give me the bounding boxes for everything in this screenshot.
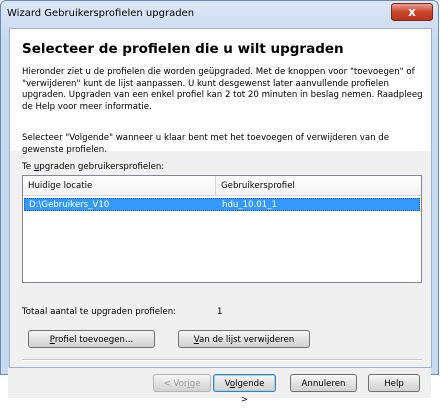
previous-button[interactable]: < Vorige (153, 374, 211, 392)
column-header-profile[interactable]: Gebruikersprofiel (216, 176, 421, 196)
profiles-list-label: Te upgraden gebruikersprofielen: (22, 162, 165, 172)
total-profiles-count: 1 (217, 307, 223, 317)
wizard-navigation: < Vorige Volgende > Annuleren Help (8, 368, 431, 405)
close-icon: x (408, 5, 416, 19)
wizard-client-area: Selecteer de profielen die u wilt upgrad… (9, 28, 432, 368)
column-header-location[interactable]: Huidige locatie (23, 176, 216, 196)
close-button[interactable]: x (391, 3, 433, 21)
total-profiles-label: Totaal aantal te upgraden profielen: (22, 307, 177, 317)
cell-location: D:\Gebruikers_V10 (29, 200, 110, 210)
wizard-window: Wizard Gebruikersprofielen upgraden x Se… (0, 0, 439, 375)
page-heading: Selecteer de profielen die u wilt upgrad… (22, 41, 344, 57)
description-text: Hieronder ziet u de profielen die worden… (22, 67, 423, 112)
table-row[interactable]: D:\Gebruikers_V10 hdu_10.01_1 (24, 198, 420, 211)
instruction-text: Selecteer "Volgende" wanneer u klaar ben… (22, 133, 390, 155)
window-title: Wizard Gebruikersprofielen upgraden (7, 8, 195, 19)
help-button[interactable]: Help (368, 374, 420, 392)
add-profile-button[interactable]: Profiel toevoegen... (28, 330, 155, 348)
wizard-header: Selecteer de profielen die u wilt upgrad… (10, 29, 431, 155)
cancel-button[interactable]: Annuleren (290, 374, 357, 392)
title-bar[interactable]: Wizard Gebruikersprofielen upgraden x (1, 1, 438, 27)
next-button[interactable]: Volgende > (213, 374, 276, 405)
cell-profile: hdu_10.01_1 (222, 200, 278, 210)
profiles-list[interactable]: Huidige locatie Gebruikersprofiel D:\Geb… (22, 175, 422, 283)
remove-from-list-button[interactable]: Van de lijst verwijderen (178, 330, 310, 348)
divider (22, 359, 422, 361)
